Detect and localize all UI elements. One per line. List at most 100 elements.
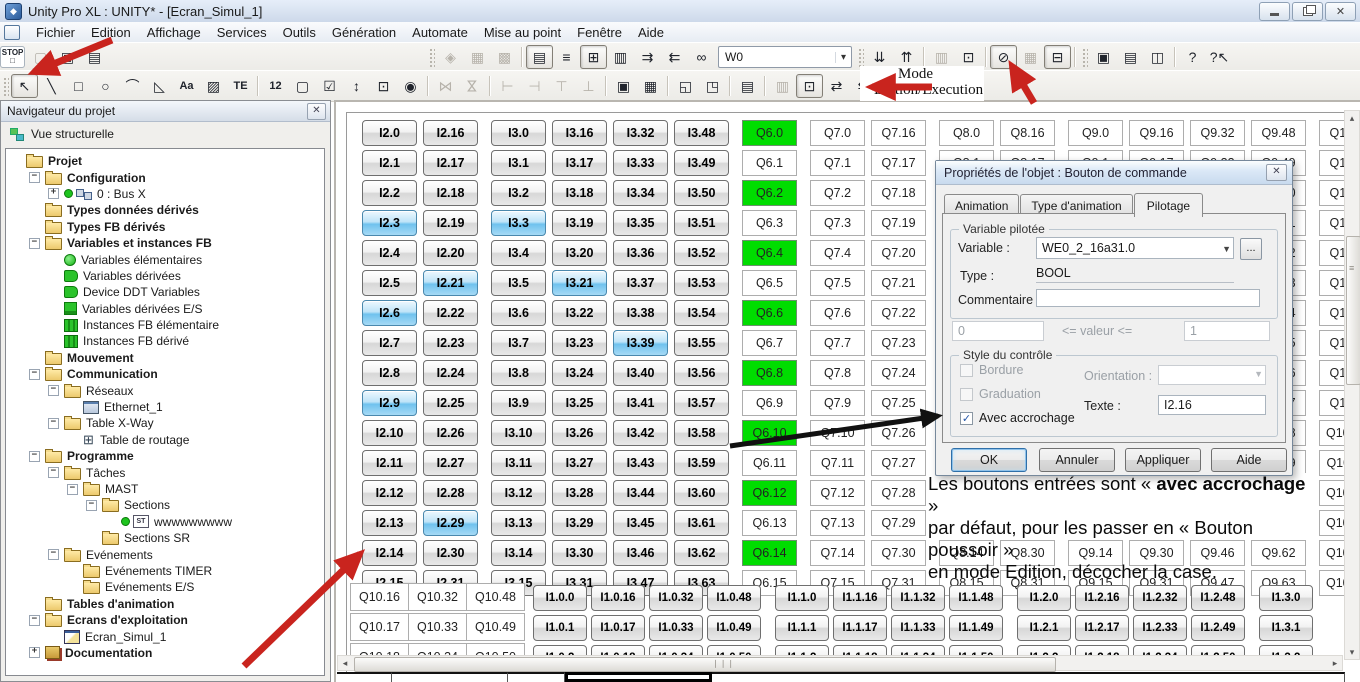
toolbar-drag-handle[interactable]: [428, 47, 435, 67]
structural-view-header[interactable]: Vue structurelle: [1, 122, 330, 146]
tree-item-communication[interactable]: −Communication: [6, 366, 324, 382]
input-button-i1-0-16[interactable]: I1.0.16: [591, 585, 645, 611]
collapse-icon[interactable]: −: [48, 418, 59, 429]
select-tool-icon[interactable]: ↖: [11, 74, 38, 98]
input-button-i3-57[interactable]: I3.57: [674, 390, 729, 416]
variable-combobox[interactable]: WE0_2_16a31.0 ▼: [1036, 237, 1234, 259]
spinner-control-icon[interactable]: ↕: [343, 74, 370, 98]
input-button-i3-25[interactable]: I3.25: [552, 390, 607, 416]
help-icon[interactable]: ?: [1179, 45, 1206, 69]
collapse-icon[interactable]: −: [67, 484, 78, 495]
input-button-i1-1-32[interactable]: I1.1.32: [891, 585, 945, 611]
input-button-i2-25[interactable]: I2.25: [423, 390, 478, 416]
print-icon[interactable]: ▤: [81, 45, 108, 69]
ellipse-tool-icon[interactable]: ○: [92, 74, 119, 98]
ok-button[interactable]: OK: [951, 448, 1027, 472]
tree-item-types-fb-d-riv-s[interactable]: Types FB dérivés: [6, 219, 324, 235]
input-button-i3-4[interactable]: I3.4: [491, 240, 546, 266]
toolbar-drag-handle[interactable]: [857, 47, 864, 67]
search-icon[interactable]: ∞: [688, 45, 715, 69]
input-button-i2-0[interactable]: I2.0: [362, 120, 417, 146]
input-button-i2-4[interactable]: I2.4: [362, 240, 417, 266]
menu-mise-au-point[interactable]: Mise au point: [476, 23, 569, 42]
input-button-i1-3-1[interactable]: I1.3.1: [1259, 615, 1313, 641]
input-button-i3-22[interactable]: I3.22: [552, 300, 607, 326]
menu-automate[interactable]: Automate: [404, 23, 476, 42]
align-left-icon[interactable]: ⊢: [494, 74, 521, 98]
input-button-i1-1-49[interactable]: I1.1.49: [949, 615, 1003, 641]
scroll-right-icon[interactable]: ▸: [1328, 656, 1342, 670]
input-button-i3-33[interactable]: I3.33: [613, 150, 668, 176]
input-button-i1-0-33[interactable]: I1.0.33: [649, 615, 703, 641]
checkbox-control-icon[interactable]: ☑: [316, 74, 343, 98]
input-button-i3-16[interactable]: I3.16: [552, 120, 607, 146]
input-button-i2-7[interactable]: I2.7: [362, 330, 417, 356]
input-button-i1-0-32[interactable]: I1.0.32: [649, 585, 703, 611]
animation-toggle-icon[interactable]: ⊘: [990, 45, 1017, 69]
input-button-i3-61[interactable]: I3.61: [674, 510, 729, 536]
tree-item-table-de-routage[interactable]: ⊞Table de routage: [6, 432, 324, 448]
build-changes-icon[interactable]: ▦: [464, 45, 491, 69]
input-button-i3-58[interactable]: I3.58: [674, 420, 729, 446]
animation-table-icon[interactable]: ▦: [1017, 45, 1044, 69]
group-icon[interactable]: ▣: [610, 74, 637, 98]
align-top-icon[interactable]: ⊤: [548, 74, 575, 98]
input-button-i3-24[interactable]: I3.24: [552, 360, 607, 386]
tree-item-mast[interactable]: −MAST: [6, 481, 324, 497]
input-button-i3-21[interactable]: I3.21: [552, 270, 607, 296]
rebuild-all-icon[interactable]: ▩: [491, 45, 518, 69]
input-button-i3-0[interactable]: I3.0: [491, 120, 546, 146]
input-button-i1-0-1[interactable]: I1.0.1: [533, 615, 587, 641]
tree-item-wwwwwwwww[interactable]: STwwwwwwwww: [6, 514, 324, 530]
input-button-i1-2-33[interactable]: I1.2.33: [1133, 615, 1187, 641]
close-button[interactable]: ✕: [1325, 2, 1356, 21]
combo-dropdown-icon[interactable]: ▼: [1222, 244, 1231, 254]
input-button-i2-24[interactable]: I2.24: [423, 360, 478, 386]
input-button-i3-39[interactable]: I3.39: [613, 330, 668, 356]
input-button-i2-11[interactable]: I2.11: [362, 450, 417, 476]
input-button-i1-1-48[interactable]: I1.1.48: [949, 585, 1003, 611]
tree-item-sections[interactable]: −Sections: [6, 497, 324, 513]
input-button-i3-46[interactable]: I3.46: [613, 540, 668, 566]
input-button-i3-17[interactable]: I3.17: [552, 150, 607, 176]
tree-item-variables-d-riv-es-e-s[interactable]: Variables dérivées E/S: [6, 301, 324, 317]
align-right-icon[interactable]: ⊣: [521, 74, 548, 98]
tree-item-ethernet-1[interactable]: Ethernet_1: [6, 399, 324, 415]
input-button-i1-1-33[interactable]: I1.1.33: [891, 615, 945, 641]
input-button-i2-6[interactable]: I2.6: [362, 300, 417, 326]
appliquer-button[interactable]: Appliquer: [1125, 448, 1201, 472]
tree-item-device-ddt-variables[interactable]: Device DDT Variables: [6, 284, 324, 300]
input-button-i2-16[interactable]: I2.16: [423, 120, 478, 146]
input-button-i3-3[interactable]: I3.3: [491, 210, 546, 236]
menu-g-n-ration[interactable]: Génération: [324, 23, 404, 42]
cascade-windows-icon[interactable]: ▣: [1090, 45, 1117, 69]
tree-item-r-seaux[interactable]: −Réseaux: [6, 382, 324, 398]
document-icon[interactable]: [4, 25, 20, 40]
input-button-i2-28[interactable]: I2.28: [423, 480, 478, 506]
import-icon[interactable]: ⇉: [634, 45, 661, 69]
menu-edition[interactable]: Edition: [83, 23, 139, 42]
input-button-i1-2-48[interactable]: I1.2.48: [1191, 585, 1245, 611]
collapse-icon[interactable]: −: [48, 467, 59, 478]
input-button-i1-0-0[interactable]: I1.0.0: [533, 585, 587, 611]
avec-accrochage-checkbox[interactable]: ✓: [960, 412, 973, 425]
input-button-i2-8[interactable]: I2.8: [362, 360, 417, 386]
tab-order-icon[interactable]: ⇄: [823, 74, 850, 98]
tree-item-programme[interactable]: −Programme: [6, 448, 324, 464]
tree-item-variables-l-mentaires[interactable]: Variables élémentaires: [6, 251, 324, 267]
tree-item-documentation[interactable]: +Documentation: [6, 645, 324, 661]
input-button-i3-11[interactable]: I3.11: [491, 450, 546, 476]
input-button-i1-2-0[interactable]: I1.2.0: [1017, 585, 1071, 611]
browser-control-icon[interactable]: ◉: [397, 74, 424, 98]
line-tool-icon[interactable]: ╲: [38, 74, 65, 98]
input-button-i2-1[interactable]: I2.1: [362, 150, 417, 176]
input-button-i3-10[interactable]: I3.10: [491, 420, 546, 446]
input-button-i3-52[interactable]: I3.52: [674, 240, 729, 266]
library-icon[interactable]: ▥: [607, 45, 634, 69]
input-button-i1-1-1[interactable]: I1.1.1: [775, 615, 829, 641]
flip-horizontal-icon[interactable]: ⋈: [432, 74, 459, 98]
input-button-i3-18[interactable]: I3.18: [552, 180, 607, 206]
input-button-i1-2-32[interactable]: I1.2.32: [1133, 585, 1187, 611]
input-button-i1-0-48[interactable]: I1.0.48: [707, 585, 761, 611]
input-button-i2-9[interactable]: I2.9: [362, 390, 417, 416]
